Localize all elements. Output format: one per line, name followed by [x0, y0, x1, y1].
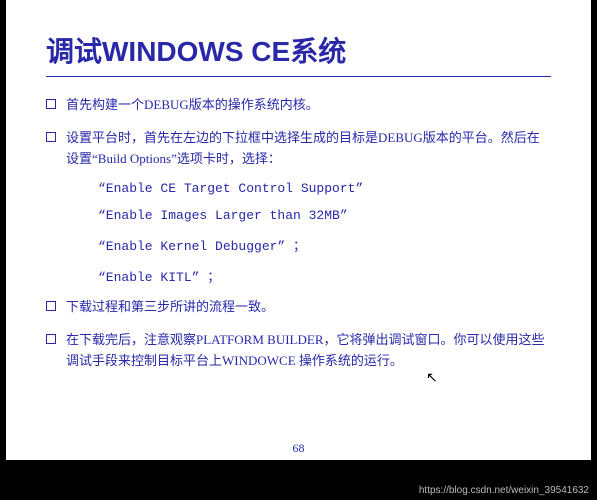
cursor-icon: ↖ — [426, 370, 438, 387]
bullet-text: 设置平台时，首先在左边的下拉框中选择生成的目标是DEBUG版本的平台。然后在设置… — [66, 128, 551, 170]
square-bullet-icon — [46, 301, 56, 311]
bullet-item: 下载过程和第三步所讲的流程一致。 — [46, 297, 551, 318]
bullet-text: 首先构建一个DEBUG版本的操作系统内核。 — [66, 95, 551, 116]
watermark: https://blog.csdn.net/weixin_39541632 — [419, 485, 589, 496]
bullet-text: 在下载完后，注意观察PLATFORM BUILDER，它将弹出调试窗口。你可以使… — [66, 330, 551, 372]
page-number: 68 — [293, 441, 305, 456]
sub-option: “Enable KITL” ； — [98, 266, 551, 285]
square-bullet-icon — [46, 99, 56, 109]
bullet-item: 设置平台时，首先在左边的下拉框中选择生成的目标是DEBUG版本的平台。然后在设置… — [46, 128, 551, 170]
sub-option: “Enable Images Larger than 32MB” — [98, 208, 551, 223]
bullet-item: 在下载完后，注意观察PLATFORM BUILDER，它将弹出调试窗口。你可以使… — [46, 330, 551, 372]
square-bullet-icon — [46, 334, 56, 344]
bullet-item: 首先构建一个DEBUG版本的操作系统内核。 — [46, 95, 551, 116]
slide: 调试WINDOWS CE系统 首先构建一个DEBUG版本的操作系统内核。 设置平… — [6, 0, 591, 460]
bullet-text: 下载过程和第三步所讲的流程一致。 — [66, 297, 551, 318]
sub-option: “Enable CE Target Control Support” — [98, 181, 551, 196]
square-bullet-icon — [46, 132, 56, 142]
slide-title: 调试WINDOWS CE系统 — [46, 30, 551, 70]
sub-option: “Enable Kernel Debugger” ； — [98, 235, 551, 254]
title-underline — [46, 76, 551, 77]
